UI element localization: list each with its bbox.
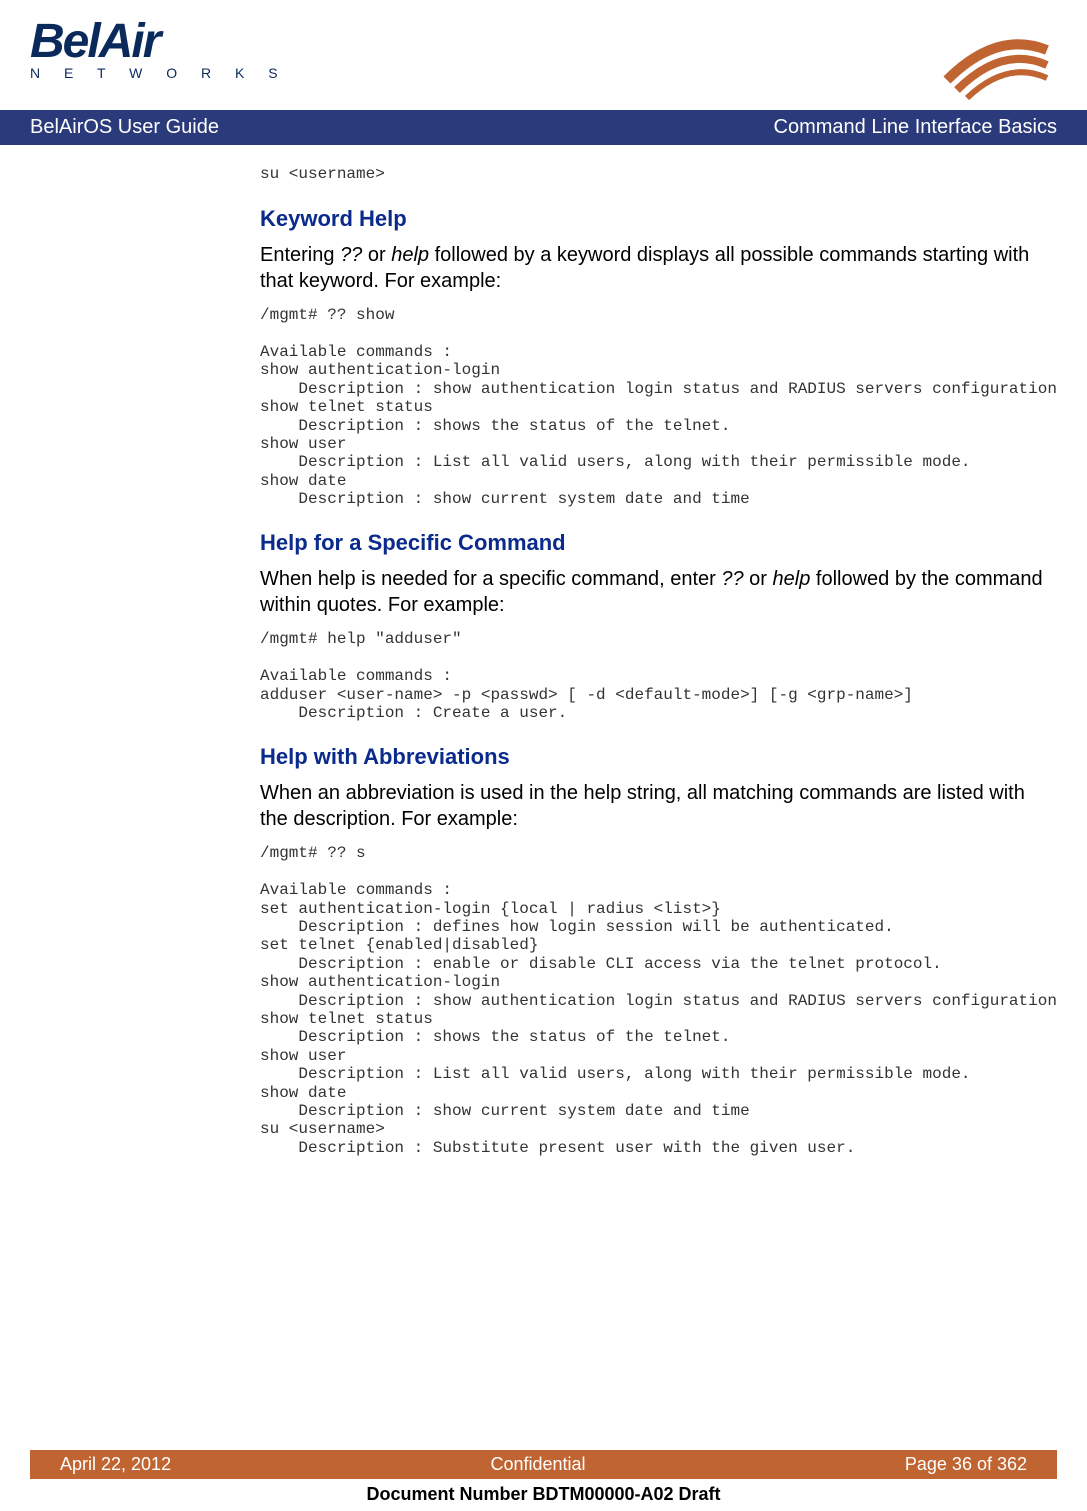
heading-abbreviations: Help with Abbreviations [260,744,1057,770]
chapter-title: Command Line Interface Basics [774,116,1057,139]
code-block-specific: /mgmt# help "adduser" Available commands… [260,630,1057,722]
footer-date: April 22, 2012 [60,1454,171,1475]
para-specific-command: When help is needed for a specific comma… [260,566,1057,618]
footer-page: Page 36 of 362 [905,1454,1027,1475]
heading-specific-command: Help for a Specific Command [260,530,1057,556]
para-keyword-help: Entering ?? or help followed by a keywor… [260,242,1057,294]
para-abbreviations: When an abbreviation is used in the help… [260,780,1057,832]
doc-number: Document Number BDTM00000-A02 Draft [0,1484,1087,1505]
footer-bar: April 22, 2012 Confidential Page 36 of 3… [30,1450,1057,1479]
guide-title: BelAirOS User Guide [30,116,219,139]
heading-keyword-help: Keyword Help [260,206,1057,232]
code-block-keyword: /mgmt# ?? show Available commands : show… [260,306,1057,508]
code-block-abbrev: /mgmt# ?? s Available commands : set aut… [260,844,1057,1157]
logo-swoosh-icon [937,20,1057,100]
header: BelAir N E T W O R K S [0,0,1087,110]
logo-main: BelAir [30,20,288,63]
logo: BelAir N E T W O R K S [30,20,288,81]
title-bar: BelAirOS User Guide Command Line Interfa… [0,110,1087,145]
logo-sub: N E T W O R K S [30,65,288,81]
content-area: su <username> Keyword Help Entering ?? o… [0,145,1087,1187]
footer-confidential: Confidential [490,1454,585,1475]
code-su: su <username> [260,165,1057,184]
